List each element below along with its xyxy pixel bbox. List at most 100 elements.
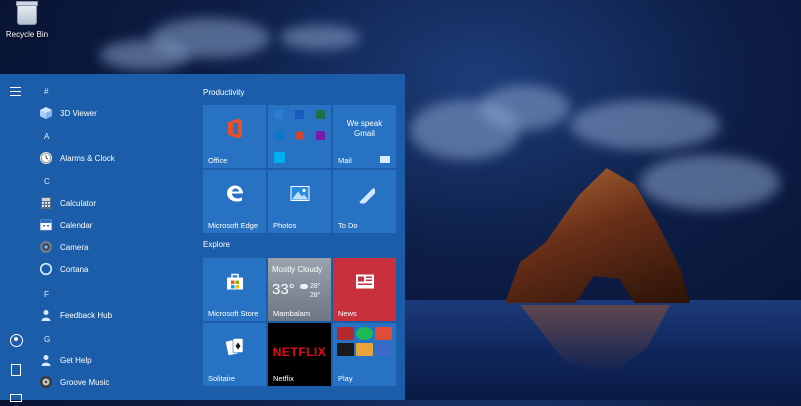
todo-icon xyxy=(355,184,377,209)
wallpaper-cloud xyxy=(480,85,570,130)
app-list-item[interactable]: Alarms & Clock xyxy=(32,149,115,167)
start-rail xyxy=(0,74,32,402)
tile-label: To Do xyxy=(338,221,358,230)
tile-photos[interactable]: Photos xyxy=(268,170,331,233)
tile-news[interactable]: News xyxy=(333,258,396,321)
game-icon xyxy=(375,343,392,356)
wallpaper-cloud xyxy=(570,100,720,150)
tile-play-folder[interactable]: Play xyxy=(333,323,396,386)
app-list-item[interactable]: Feedback Hub xyxy=(32,306,112,324)
app-label: Camera xyxy=(60,242,89,252)
wallpaper-cloud xyxy=(100,40,190,70)
onenote-icon xyxy=(316,131,325,140)
app-list-header[interactable]: A xyxy=(44,127,49,145)
tile-label: Mambalam xyxy=(273,309,311,318)
app-list-item[interactable]: Get Help xyxy=(32,351,92,369)
app-list: # 3D Viewer A Alarms & Clock C Calculato… xyxy=(32,74,192,400)
clock-icon xyxy=(39,151,53,165)
cube-icon xyxy=(39,106,53,120)
calendar-icon xyxy=(39,218,53,232)
weather-condition: Mostly Cloudy xyxy=(272,265,323,274)
tile-office[interactable]: Office xyxy=(203,105,266,168)
app-label: Calendar xyxy=(60,220,93,230)
tile-microsoft-store[interactable]: Microsoft Store xyxy=(203,258,266,321)
tile-label: Netflix xyxy=(273,374,294,383)
calculator-icon xyxy=(39,196,53,210)
edge-icon xyxy=(225,184,245,209)
tile-label: News xyxy=(338,309,357,318)
office-icon xyxy=(224,118,246,145)
app-label: 3D Viewer xyxy=(60,108,97,118)
tile-label: Microsoft Store xyxy=(208,309,259,318)
tile-label: Photos xyxy=(273,221,297,230)
spotify-icon xyxy=(356,327,373,340)
pictures-button[interactable] xyxy=(8,390,24,406)
tile-solitaire[interactable]: Solitaire xyxy=(203,323,266,386)
music-icon xyxy=(39,375,53,389)
store-icon xyxy=(225,272,245,297)
tile-office-apps-folder[interactable] xyxy=(268,105,331,168)
documents-button[interactable] xyxy=(8,362,24,378)
document-icon xyxy=(11,364,21,376)
onedrive-icon xyxy=(274,131,283,140)
recycle-bin-shortcut[interactable]: Recycle Bin xyxy=(4,1,50,39)
weather-low: 28° xyxy=(310,292,321,299)
app-list-item[interactable]: Camera xyxy=(32,238,88,256)
app-list-item[interactable]: Calculator xyxy=(32,194,96,212)
app-list-item[interactable]: Cortana xyxy=(32,260,88,278)
app-label: Calculator xyxy=(60,198,97,208)
app-label: Cortana xyxy=(60,264,89,274)
app-label: Alarms & Clock xyxy=(60,153,115,163)
group-title-explore[interactable]: Explore xyxy=(203,240,230,249)
app-label: Get Help xyxy=(60,355,92,365)
game-icon xyxy=(337,327,354,340)
news-icon xyxy=(355,274,375,295)
weather-cloud-icon xyxy=(300,284,308,289)
word-icon xyxy=(295,110,304,119)
tile-weather[interactable]: Mostly Cloudy 33° 28° 28° Mambalam xyxy=(268,258,331,321)
app-list-item[interactable]: Calendar xyxy=(32,216,92,234)
recycle-bin-label: Recycle Bin xyxy=(5,30,49,39)
app-list-header[interactable]: # xyxy=(44,82,48,100)
mail-tile-title: We speak Gmail xyxy=(346,119,383,138)
weather-temperature: 33° xyxy=(272,281,295,298)
tile-mail[interactable]: We speak Gmail Mail xyxy=(333,105,396,168)
hamburger-menu-icon[interactable] xyxy=(10,87,21,96)
app-label: Groove Music xyxy=(60,377,110,387)
app-list-item[interactable]: 3D Viewer xyxy=(32,104,97,122)
tile-label: Microsoft Edge xyxy=(208,221,259,230)
game-icon xyxy=(375,327,392,340)
recycle-bin-icon xyxy=(16,1,38,25)
tile-label: Play xyxy=(338,374,353,383)
tile-label: Office xyxy=(208,156,228,165)
tile-microsoft-edge[interactable]: Microsoft Edge xyxy=(203,170,266,233)
weather-high: 28° xyxy=(310,283,321,290)
powerpoint-icon xyxy=(295,131,304,140)
app-label: Feedback Hub xyxy=(60,310,113,320)
cards-icon xyxy=(224,337,246,362)
cortana-icon xyxy=(39,262,53,276)
user-account-button[interactable] xyxy=(8,332,24,348)
app-list-header[interactable]: F xyxy=(44,285,49,303)
mail-envelope-icon xyxy=(380,156,390,163)
tile-label: Solitaire xyxy=(208,374,236,383)
app-list-header[interactable]: G xyxy=(44,330,50,348)
hulu-icon xyxy=(337,343,354,356)
wallpaper-cloud xyxy=(280,25,360,50)
start-menu: # 3D Viewer A Alarms & Clock C Calculato… xyxy=(0,74,405,402)
pictures-icon xyxy=(10,394,22,402)
help-icon xyxy=(39,353,53,367)
excel-icon xyxy=(316,110,325,119)
app-list-header[interactable]: C xyxy=(44,172,50,190)
photos-icon xyxy=(290,186,310,207)
tile-netflix[interactable]: NETFLIX Netflix xyxy=(268,323,331,386)
wallpaper-cloud xyxy=(640,155,780,210)
feedback-icon xyxy=(39,308,53,322)
tile-label: Mail xyxy=(338,156,352,165)
app-list-item[interactable]: Groove Music xyxy=(32,373,109,391)
netflix-logo: NETFLIX xyxy=(272,345,327,359)
group-title-productivity[interactable]: Productivity xyxy=(203,88,244,97)
tile-to-do[interactable]: To Do xyxy=(333,170,396,233)
skype-icon xyxy=(274,152,285,163)
user-icon xyxy=(9,333,23,347)
